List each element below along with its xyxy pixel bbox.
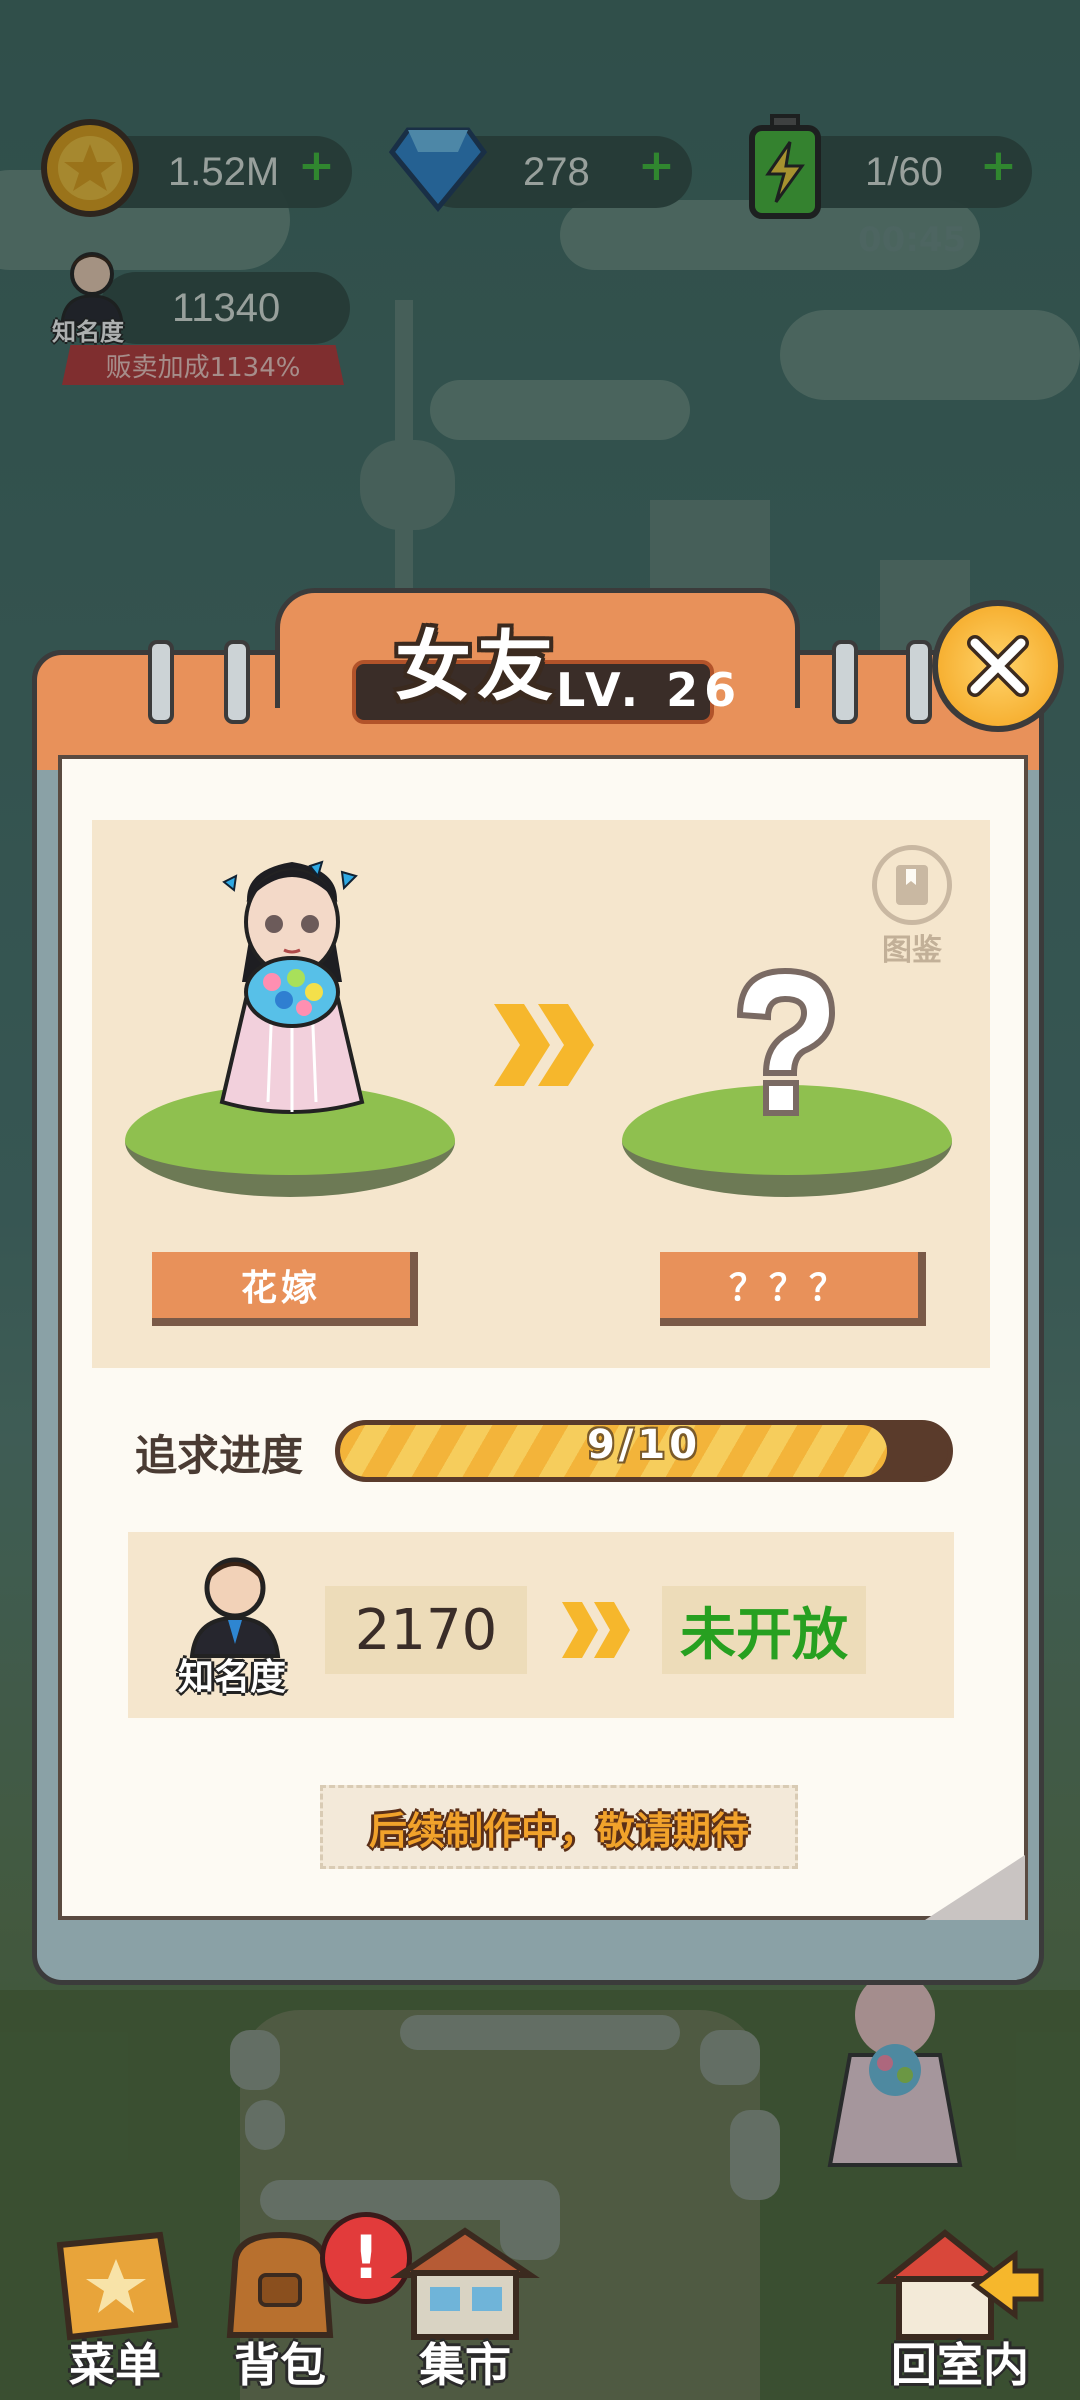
bride-character [219,860,365,1114]
close-icon [967,635,1029,697]
coming-soon-banner: 后续制作中，敬请期待 [320,1785,798,1869]
question-mark-icon [736,967,836,1116]
codex-label: 图鉴 [882,933,942,968]
evolve-arrow-icon [494,1004,594,1086]
binder-ring-icon [224,640,250,724]
nav-bag-label: 背包 [234,2338,326,2392]
nav-market-button[interactable]: 集市 [390,2225,540,2395]
nav-home-button[interactable]: 回室内 [875,2225,1045,2395]
panel-title: 女友 [395,622,559,711]
nav-menu-button[interactable]: 菜单 [40,2225,190,2395]
nav-menu-label: 菜单 [69,2338,161,2392]
home-return-icon [876,2229,1044,2340]
binder-ring-icon [832,640,858,724]
pursuit-progress-text: 9/10 [586,1422,702,1468]
requirement-fame-label: 知名度 [178,1657,287,1698]
book-icon [896,865,928,905]
binder-ring-icon [148,640,174,724]
close-button[interactable] [932,600,1064,732]
binder-ring-icon [906,640,932,724]
paper-fold [925,1855,1025,1920]
current-name-plate: 花嫁 [152,1252,418,1326]
requirement-arrow-icon [562,1602,630,1658]
fame-avatar-icon [189,1557,281,1658]
nav-home-label: 回室内 [891,2338,1029,2392]
codex-button[interactable] [872,845,952,925]
nav-market-label: 集市 [419,2338,511,2392]
requirement-status: 未开放 [662,1586,866,1674]
next-name-plate: ？？？ [660,1252,926,1326]
pursuit-progress-label: 追求进度 [135,1431,304,1480]
menu-book-icon [56,2231,179,2341]
level-text: LV. 26 [556,663,743,717]
market-house-icon [390,2227,540,2340]
required-fame-value: 2170 [325,1586,527,1674]
